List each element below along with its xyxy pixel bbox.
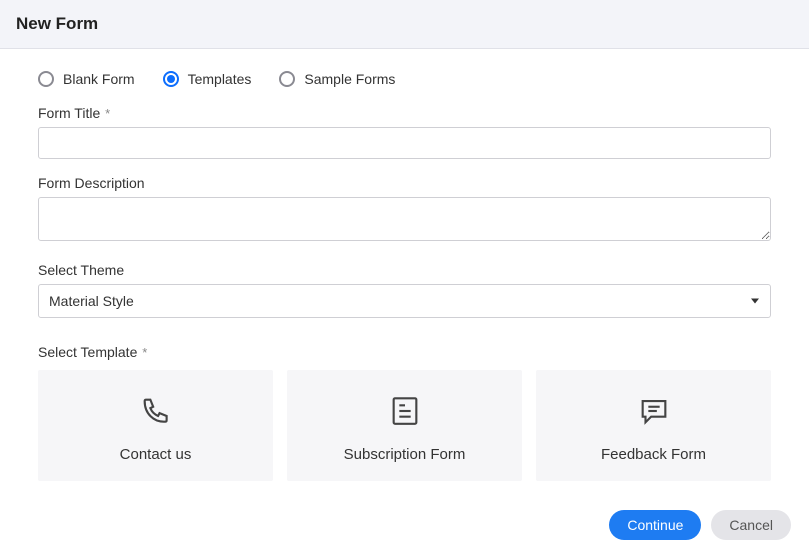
radio-templates[interactable]: Templates — [163, 71, 252, 87]
template-feedback-form[interactable]: Feedback Form — [536, 370, 771, 481]
template-label: Subscription Form — [344, 446, 466, 463]
radio-icon — [163, 71, 179, 87]
radio-icon — [38, 71, 54, 87]
radio-blank-form[interactable]: Blank Form — [38, 71, 135, 87]
document-icon — [386, 392, 424, 430]
radio-icon — [279, 71, 295, 87]
form-title-label: Form Title * — [38, 105, 771, 121]
template-label: Contact us — [120, 446, 192, 463]
chat-icon — [635, 392, 673, 430]
radio-sample-forms[interactable]: Sample Forms — [279, 71, 395, 87]
phone-icon — [137, 392, 175, 430]
template-grid: Contact us Subscription Form — [38, 370, 771, 481]
select-theme-label: Select Theme — [38, 262, 771, 278]
form-description-field: Form Description — [38, 175, 771, 246]
required-asterisk: * — [142, 345, 147, 360]
dialog-header: New Form — [0, 0, 809, 49]
select-theme-dropdown[interactable]: Material Style — [38, 284, 771, 318]
form-description-input[interactable] — [38, 197, 771, 241]
template-contact-us[interactable]: Contact us — [38, 370, 273, 481]
select-value: Material Style — [49, 293, 134, 309]
form-title-field: Form Title * — [38, 105, 771, 159]
dialog-title: New Form — [16, 14, 793, 34]
label-text: Form Title — [38, 105, 100, 121]
radio-label: Sample Forms — [304, 71, 395, 87]
radio-label: Templates — [188, 71, 252, 87]
template-label: Feedback Form — [601, 446, 706, 463]
template-subscription-form[interactable]: Subscription Form — [287, 370, 522, 481]
radio-label: Blank Form — [63, 71, 135, 87]
label-text: Select Template — [38, 344, 137, 360]
form-description-label: Form Description — [38, 175, 771, 191]
form-type-radio-group: Blank Form Templates Sample Forms — [38, 71, 771, 87]
cancel-button[interactable]: Cancel — [711, 510, 791, 540]
dialog-footer: Continue Cancel — [609, 510, 791, 540]
required-asterisk: * — [105, 106, 110, 121]
dialog-content: Blank Form Templates Sample Forms Form T… — [0, 49, 809, 481]
select-template-field: Select Template * Contact us — [38, 344, 771, 481]
form-title-input[interactable] — [38, 127, 771, 159]
select-theme-field: Select Theme Material Style — [38, 262, 771, 318]
select-template-label: Select Template * — [38, 344, 771, 360]
continue-button[interactable]: Continue — [609, 510, 701, 540]
